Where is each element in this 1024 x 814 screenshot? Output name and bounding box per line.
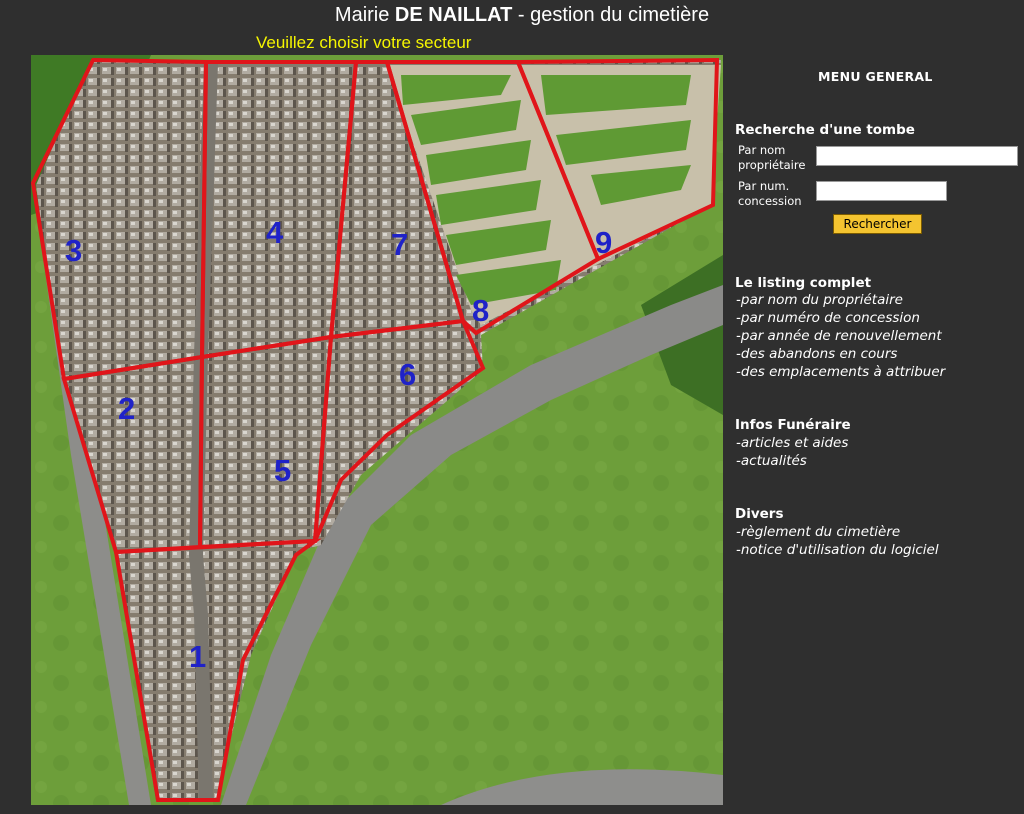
divers-heading: Divers [735,506,784,522]
sector-label-4[interactable]: 4 [266,215,284,250]
link-by-concession-number[interactable]: -par numéro de concession [736,310,920,326]
page-title: Mairie DE NAILLAT - gestion du cimetière [0,4,1024,27]
search-button[interactable]: Rechercher [833,214,922,234]
title-prefix: Mairie [334,4,395,26]
sector-5-area[interactable] [197,334,334,550]
sector-label-2[interactable]: 2 [118,391,135,426]
page-subtitle: Veuillez choisir votre secteur [256,33,472,52]
sector-label-3[interactable]: 3 [65,233,82,268]
sector-label-7[interactable]: 7 [391,227,408,262]
owner-name-input[interactable] [816,146,1018,166]
infos-heading: Infos Funéraire [735,417,851,433]
title-suffix: - gestion du cimetière [512,4,710,26]
sector-label-5[interactable]: 5 [274,453,291,488]
concession-label: Par num. concession [738,179,802,208]
sector-label-1[interactable]: 1 [189,639,206,674]
link-articles-aids[interactable]: -articles et aides [736,435,848,451]
link-software-manual[interactable]: -notice d'utilisation du logiciel [736,542,939,558]
title-commune: DE NAILLAT [394,4,513,26]
listing-heading: Le listing complet [735,275,872,291]
owner-name-label: Par nom propriétaire [738,143,806,172]
concession-number-input[interactable] [816,181,947,201]
cemetery-aerial-map: 1 2 3 4 5 6 7 8 9 [31,55,723,805]
link-news[interactable]: -actualités [736,453,807,469]
sector-label-6[interactable]: 6 [399,357,416,392]
link-cemetery-rules[interactable]: -règlement du cimetière [736,524,900,540]
search-heading: Recherche d'une tombe [735,122,915,138]
link-plots-to-assign[interactable]: -des emplacements à attribuer [736,364,945,380]
menu-title: MENU GENERAL [818,69,933,84]
sector-label-8[interactable]: 8 [472,293,489,328]
link-ongoing-abandonments[interactable]: -des abandons en cours [736,346,897,362]
sector-label-9[interactable]: 9 [595,225,612,260]
link-by-owner-name[interactable]: -par nom du propriétaire [736,292,903,308]
link-by-renewal-year[interactable]: -par année de renouvellement [736,328,942,344]
